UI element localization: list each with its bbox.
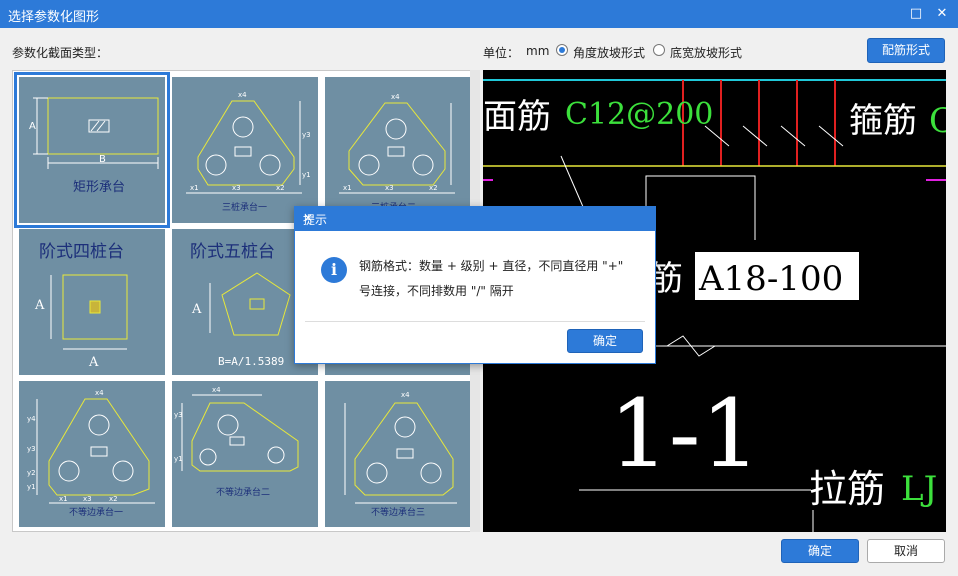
dim-x4-label: x4 [391, 93, 400, 101]
radio-width-slope[interactable] [653, 44, 665, 56]
dim-y2-label: y2 [27, 469, 36, 477]
dim-x4-label: x4 [95, 389, 104, 397]
window-title: 选择参数化图形 [8, 10, 100, 25]
unequal-cap-2-diagram: x4 y3 y1 不等边承台二 [174, 386, 299, 498]
stepped-four-pile-diagram: 阶式四桩台 A A [34, 242, 128, 370]
dim-a-label: A [191, 302, 202, 317]
rebar-form-button[interactable]: 配筋形式 [867, 38, 945, 63]
info-icon: i [321, 257, 347, 283]
three-pile-cap-2-diagram: x4 x1 x3 x2 三桩承台二 [339, 93, 455, 213]
radio-width-slope-label[interactable]: 底宽放坡形式 [670, 44, 742, 61]
dim-y3-label: y3 [174, 411, 183, 419]
top-rebar-label: 面筋 [483, 97, 551, 137]
dim-x3-label: x3 [232, 184, 241, 192]
dim-y1-label: y1 [27, 483, 36, 491]
section-type-label: 参数化截面类型： [12, 46, 109, 60]
section-label: 1-1 [609, 380, 760, 489]
tile-label: 阶式五桩台 [190, 242, 275, 262]
window-titlebar: 选择参数化图形 □ ✕ [0, 0, 958, 28]
hint-dialog-message: 钢筋格式：数量 + 级别 + 直径，不同直径用 "+" 号连接，不同排数用 "/… [359, 259, 624, 298]
dim-x4-label: x4 [401, 391, 410, 399]
dim-y1-label: y1 [302, 171, 311, 179]
tile-unequal-cap-3[interactable]: x4 不等边承台三 [325, 381, 471, 527]
dim-y4-label: y4 [27, 415, 36, 423]
dim-x2-label: x2 [429, 184, 438, 192]
dim-a2-label: A [88, 355, 99, 370]
three-pile-cap-1-diagram: x4 x1 x3 x2 y3 y1 三桩承台一 [186, 91, 311, 213]
ok-button[interactable]: 确定 [781, 539, 859, 563]
stirrup-label: 箍筋 [849, 101, 917, 141]
dim-x1-label: x1 [59, 495, 68, 503]
cancel-button[interactable]: 取消 [867, 539, 945, 563]
tile-label: 不等边承台二 [216, 486, 270, 498]
dim-x4-label: x4 [212, 386, 221, 394]
tie-rebar-spec: LJ [901, 469, 937, 509]
dim-a-label: A [34, 298, 45, 313]
unequal-cap-3-diagram: x4 不等边承台三 [344, 391, 457, 518]
tile-label: 阶式四桩台 [39, 242, 124, 262]
close-icon[interactable]: ✕ [303, 211, 647, 225]
radio-angle-slope-label[interactable]: 角度放坡形式 [573, 44, 645, 61]
tile-rect-cap[interactable]: A B 矩形承台 [14, 72, 170, 228]
hint-ok-button[interactable]: 确定 [567, 329, 643, 353]
formula-label: B=A/1.5389 [218, 355, 284, 368]
tile-three-pile-cap-2[interactable]: x4 x1 x3 x2 三桩承台二 [325, 77, 471, 223]
dim-x3-label: x3 [385, 184, 394, 192]
stirrup-spec: C [929, 101, 946, 141]
dim-y1-label: y1 [174, 455, 183, 463]
dim-x4-label: x4 [238, 91, 247, 99]
tile-label: 不等边承台一 [69, 506, 123, 518]
tile-unequal-cap-1[interactable]: x4 y4 y3 y2 y1 x1 x3 x2 不等边承台一 [19, 381, 165, 527]
divider [305, 321, 645, 322]
rect-cap-diagram: A B 矩形承台 [29, 97, 159, 195]
dim-b-label: B [99, 154, 106, 165]
side-rebar-spec: A18-100 [698, 259, 843, 299]
tile-label: 不等边承台三 [371, 506, 425, 518]
unit-label: 单位： [483, 46, 520, 60]
tile-unequal-cap-2[interactable]: x4 y3 y1 不等边承台二 [172, 381, 318, 527]
tile-three-pile-cap-1[interactable]: x4 x1 x3 x2 y3 y1 三桩承台一 [172, 77, 318, 223]
dim-x3-label: x3 [83, 495, 92, 503]
dim-x1-label: x1 [190, 184, 199, 192]
close-icon[interactable]: ✕ [932, 4, 952, 24]
tile-label: 三桩承台一 [222, 201, 267, 213]
hint-dialog-titlebar: 提示 ✕ [295, 207, 655, 231]
dim-x2-label: x2 [109, 495, 118, 503]
dim-x1-label: x1 [343, 184, 352, 192]
radio-angle-slope[interactable] [556, 44, 568, 56]
dim-a-label: A [29, 121, 36, 132]
tile-label: 矩形承台 [73, 180, 125, 195]
hint-dialog: 提示 ✕ i 钢筋格式：数量 + 级别 + 直径，不同直径用 "+" 号连接，不… [294, 206, 656, 364]
dim-y3-label: y3 [27, 445, 36, 453]
maximize-icon[interactable]: □ [906, 4, 926, 24]
tile-stepped-four-pile[interactable]: 阶式四桩台 A A [19, 229, 165, 375]
tie-rebar-label: 拉筋 [809, 467, 885, 511]
dim-x2-label: x2 [276, 184, 285, 192]
unequal-cap-1-diagram: x4 y4 y3 y2 y1 x1 x3 x2 不等边承台一 [27, 389, 155, 518]
dim-y3-label: y3 [302, 131, 311, 139]
unit-value: mm [526, 44, 550, 58]
top-rebar-spec: C12@200 [565, 97, 713, 132]
